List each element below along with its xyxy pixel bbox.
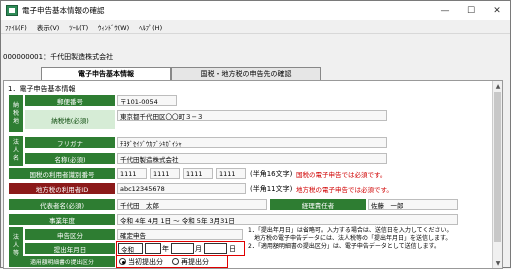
menu-tools[interactable]: ﾂｰﾙ(T) — [69, 22, 88, 32]
name-label: 名称(必須) — [25, 153, 115, 164]
tab-basic-info[interactable]: 電子申告基本情報 — [41, 67, 171, 80]
era-select[interactable]: 令和 — [118, 243, 143, 254]
national-id-2: 1111 — [150, 168, 180, 179]
menu-file[interactable]: ﾌｧｲﾙ(F) — [5, 22, 27, 32]
local-id-label: 地方税の利用者ID — [9, 183, 115, 194]
furigana-label: フリガナ — [25, 137, 115, 148]
local-id-hint: (半角11文字) — [250, 184, 293, 193]
vertical-scrollbar[interactable]: ▲ ▼ — [492, 81, 502, 268]
acct-label: 経理責任者 — [270, 199, 366, 210]
year-label: 事業年度 — [9, 214, 115, 225]
minimize-button[interactable]: — — [433, 1, 457, 20]
local-id-required: 地方税の電子申告では必須です。 — [296, 185, 393, 194]
year-suffix: 年 — [162, 244, 169, 253]
radio-selected-icon — [119, 258, 126, 265]
local-id-value: abc12345678 — [117, 183, 246, 194]
rep-value: 千代田 太郎 — [117, 199, 267, 210]
window-title: 電子申告基本情報の確認 — [22, 6, 105, 15]
rep-label: 代表者名(必須) — [9, 199, 115, 210]
notes: 1．「提出年月日」は省略可。入力する場合は、送信日を入力してください。 地方税の… — [248, 227, 493, 251]
submit-date-label: 提出年月日 — [25, 243, 115, 254]
day-input[interactable] — [204, 243, 227, 254]
year-value: 令和 4年 4月 1日 ～ 令和 5年 3月31日 — [117, 214, 458, 225]
national-id-4: 1111 — [216, 168, 246, 179]
national-id-label: 国税の利用者識別番号 — [9, 168, 115, 179]
main-window: 電子申告基本情報の確認 — ☐ ✕ ﾌｧｲﾙ(F) 表示(V) ﾂｰﾙ(T) ｳ… — [0, 0, 511, 269]
postal-label: 郵便番号 — [25, 95, 115, 106]
national-id-hint: (半角16文字) — [250, 169, 293, 178]
postal-value: 〒101-0054 — [117, 95, 177, 106]
acct-value: 佐藤 一郎 — [368, 199, 458, 210]
filing-type-value: 確定申告 — [117, 229, 243, 240]
note-2: 地方税の電子申告データには、法人税等の「提出年月日」を送信します。 — [248, 235, 452, 242]
radio-empty-icon — [172, 258, 179, 265]
national-id-required: 国税の電子申告では必須です。 — [296, 170, 387, 179]
scroll-thumb[interactable] — [494, 92, 501, 242]
day-suffix: 日 — [229, 244, 236, 253]
menu-view[interactable]: 表示(V) — [37, 22, 60, 32]
side-label-corp: 法人名 — [9, 136, 23, 166]
maximize-button[interactable]: ☐ — [459, 1, 483, 20]
note-1: 1．「提出年月日」は省略可。入力する場合は、送信日を入力してください。 — [248, 227, 453, 234]
address-label: 納税地(必須) — [25, 110, 115, 129]
option-first-radio[interactable]: 当初提出分 — [119, 256, 163, 267]
close-button[interactable]: ✕ — [485, 1, 509, 20]
furigana-value: ﾁﾖﾀﾞｾｲｿﾞｳｶﾌﾞｼｷｶﾞｲｼｬ — [117, 137, 387, 148]
menu-window[interactable]: ｳｨﾝﾄﾞｳ(W) — [98, 22, 129, 32]
scroll-down-icon[interactable]: ▼ — [493, 258, 502, 268]
filing-type-label: 申告区分 — [25, 229, 115, 240]
address-value: 東京都千代田区〇〇町３−３ — [117, 110, 387, 121]
tab-destination[interactable]: 国税・地方税の申告先の確認 — [171, 67, 321, 80]
scroll-up-icon[interactable]: ▲ — [493, 81, 502, 91]
national-id-3: 1111 — [183, 168, 213, 179]
month-suffix: 月 — [195, 244, 202, 253]
year-input[interactable] — [145, 243, 161, 254]
note-3: 2．「適用額明細書の提出区分」は、電子申告データとして送信します。 — [248, 243, 441, 250]
section-title: 1．電子申告基本情報 — [8, 85, 76, 93]
title-bar: 電子申告基本情報の確認 — ☐ ✕ — [1, 1, 510, 20]
content-panel: 1．電子申告基本情報 納税地 郵便番号 〒101-0054 納税地(必須) 東京… — [3, 80, 503, 269]
option-resubmit-radio[interactable]: 再提出分 — [172, 256, 209, 267]
side-label-taxplace: 納税地 — [9, 95, 23, 132]
tab-strip: 電子申告基本情報 国税・地方税の申告先の確認 — [41, 67, 321, 80]
menu-bar: ﾌｧｲﾙ(F) 表示(V) ﾂｰﾙ(T) ｳｨﾝﾄﾞｳ(W) ﾍﾙﾌﾟ(H) — [1, 20, 510, 34]
name-value: 千代田製造株式会社 — [117, 153, 387, 164]
app-icon — [6, 5, 18, 16]
menu-help[interactable]: ﾍﾙﾌﾟ(H) — [139, 22, 162, 32]
option-label: 適用額明細書の提出区分 — [9, 256, 115, 267]
month-input[interactable] — [171, 243, 194, 254]
national-id-1: 1111 — [117, 168, 147, 179]
company-bar: 000000001：千代田製造株式会社 — [3, 53, 114, 61]
